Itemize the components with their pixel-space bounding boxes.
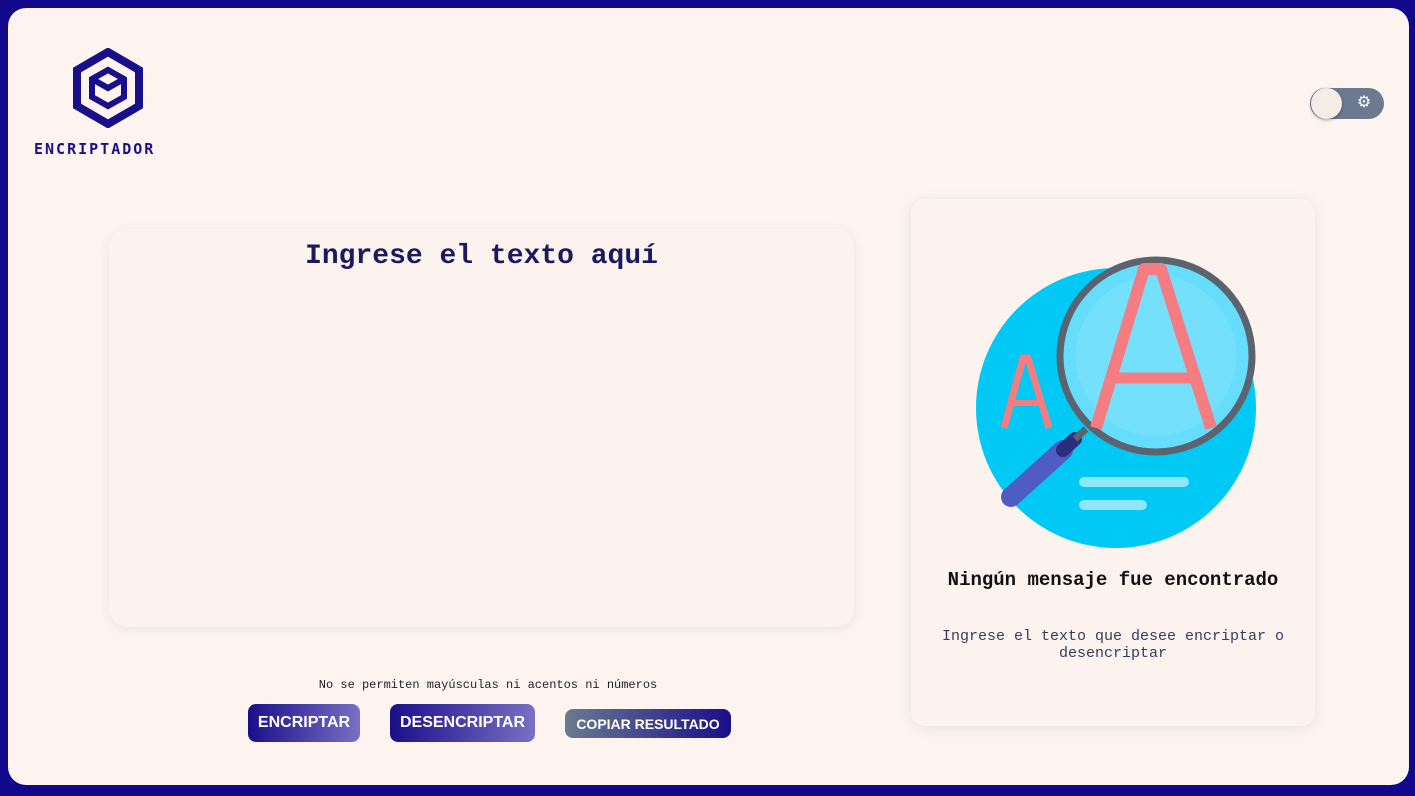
text-input[interactable] (109, 229, 854, 627)
gear-icon: ⚙ (1356, 94, 1372, 111)
input-warning: No se permiten mayúsculas ni acentos ni … (318, 678, 658, 692)
theme-toggle[interactable]: ⚙ (1310, 88, 1384, 119)
output-card: Ningún mensaje fue encontrado Ingrese el… (911, 199, 1315, 726)
hexagon-cube-icon (73, 48, 143, 128)
magnifier-letters-icon (976, 256, 1256, 548)
output-title: Ningún mensaje fue encontrado (947, 569, 1279, 591)
decrypt-button[interactable]: DESENCRIPTAR (390, 704, 535, 742)
copy-result-button[interactable]: COPIAR RESULTADO (565, 709, 731, 738)
toggle-knob[interactable] (1311, 88, 1342, 119)
encrypt-button[interactable]: ENCRIPTAR (248, 704, 360, 742)
output-subtitle: Ingrese el texto que desee encriptar o d… (941, 628, 1285, 662)
brand-name: ENCRIPTADOR (34, 140, 156, 158)
app-frame: ENCRIPTADOR ⚙ No se permiten mayúsculas … (8, 8, 1409, 785)
input-card (109, 229, 854, 627)
